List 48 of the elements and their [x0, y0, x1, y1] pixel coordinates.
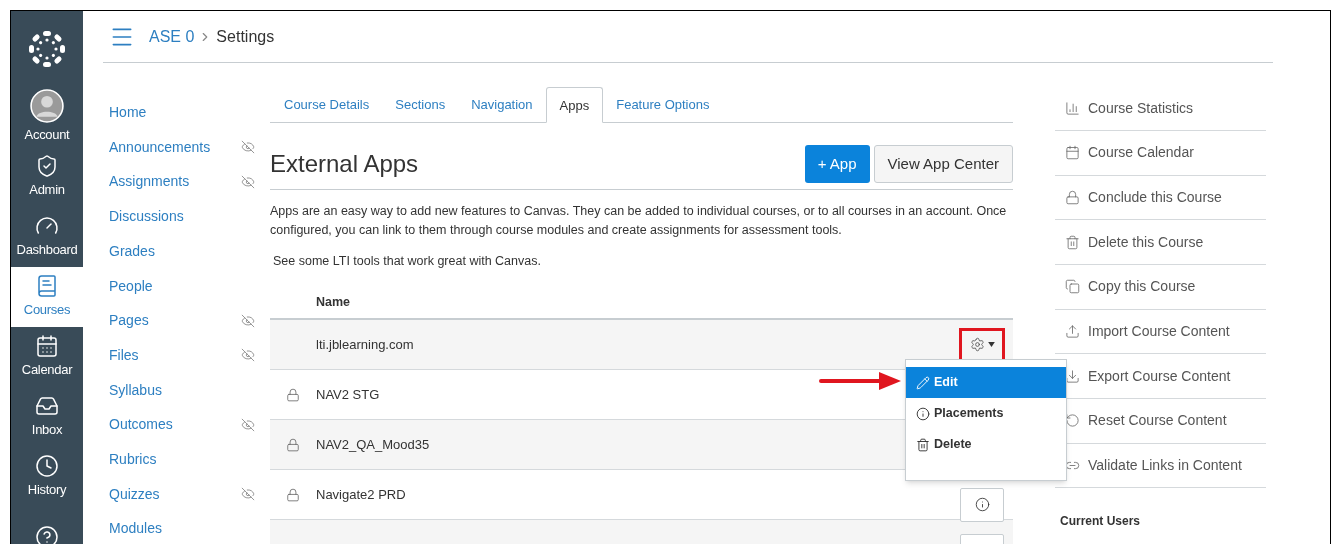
global-nav-item[interactable]: Inbox — [11, 387, 83, 447]
tab[interactable]: Navigation — [458, 87, 546, 123]
menu-item[interactable]: Edit — [906, 367, 1066, 399]
sidebar-link[interactable]: Import Course Content — [1055, 309, 1266, 355]
sidebar-link[interactable]: Course Calendar — [1055, 130, 1266, 176]
breadcrumb-current: Settings — [216, 26, 275, 47]
app-name: NAV2 STG — [316, 385, 380, 404]
course-nav-link[interactable]: Home — [109, 102, 147, 124]
global-nav-item[interactable]: Dashboard — [11, 207, 83, 267]
tab[interactable]: Feature Options — [603, 87, 723, 123]
app-name: lti.jblearning.com — [316, 335, 414, 354]
global-nav-item[interactable]: Admin — [11, 147, 83, 207]
course-nav-link[interactable]: Grades — [109, 240, 155, 262]
sidebar-link[interactable]: Reset Course Content — [1055, 399, 1266, 444]
tab[interactable]: Sections — [382, 87, 459, 123]
course-nav-link[interactable]: Modules — [109, 518, 162, 540]
course-nav-link[interactable]: Discussions — [109, 206, 184, 228]
course-nav-link[interactable]: People — [109, 275, 153, 297]
global-nav-item[interactable]: Account — [11, 87, 83, 147]
sidebar-link[interactable]: Copy this Course — [1055, 265, 1266, 310]
tab[interactable]: Apps — [545, 87, 604, 124]
page-heading: External Apps — [270, 149, 419, 180]
course-nav-link[interactable]: Announcements — [109, 136, 211, 158]
global-nav-item[interactable]: Calendar — [11, 327, 83, 387]
breadcrumb-link[interactable]: ASE 0 — [149, 24, 195, 49]
course-nav-link[interactable]: Rubrics — [109, 448, 157, 470]
course-nav-link[interactable]: Files — [109, 344, 139, 366]
sidebar-link[interactable]: Conclude this Course — [1055, 175, 1266, 221]
section-title: Current Users — [1059, 513, 1142, 531]
course-nav-link[interactable]: Syllabus — [109, 379, 162, 401]
app-name: NAV2_QA_Mood35 — [316, 435, 430, 454]
description-text: Apps are an easy way to add new features to Canvas. They can be added to individual courses, or to all courses in an account. Once configured, you can link to them through course modules and create assignments for assessment tools. — [270, 203, 1008, 240]
course-nav-link[interactable]: Pages — [109, 310, 149, 332]
lti-tools-text: See some LTI tools that work great with Canvas. — [272, 253, 542, 271]
global-nav-item[interactable]: Courses — [11, 267, 83, 327]
add-app-button[interactable]: + App — [804, 145, 870, 184]
course-nav-link[interactable]: Assignments — [109, 171, 190, 193]
app-center-button[interactable]: View App Center — [873, 145, 1013, 184]
course-nav-link[interactable]: Outcomes — [109, 414, 173, 436]
column-header: Name — [316, 295, 351, 309]
sidebar-link[interactable]: Export Course Content — [1055, 354, 1266, 400]
sidebar-link[interactable]: Course Statistics — [1055, 86, 1266, 131]
sidebar-link[interactable]: Delete this Course — [1055, 220, 1266, 265]
course-nav-link[interactable]: Quizzes — [109, 483, 160, 505]
global-nav-item[interactable]: History — [11, 447, 83, 507]
tab[interactable]: Course Details — [271, 87, 383, 123]
app-name: Navigate2 PRD — [316, 485, 406, 504]
sidebar-link[interactable]: Validate Links in Content — [1055, 443, 1266, 489]
